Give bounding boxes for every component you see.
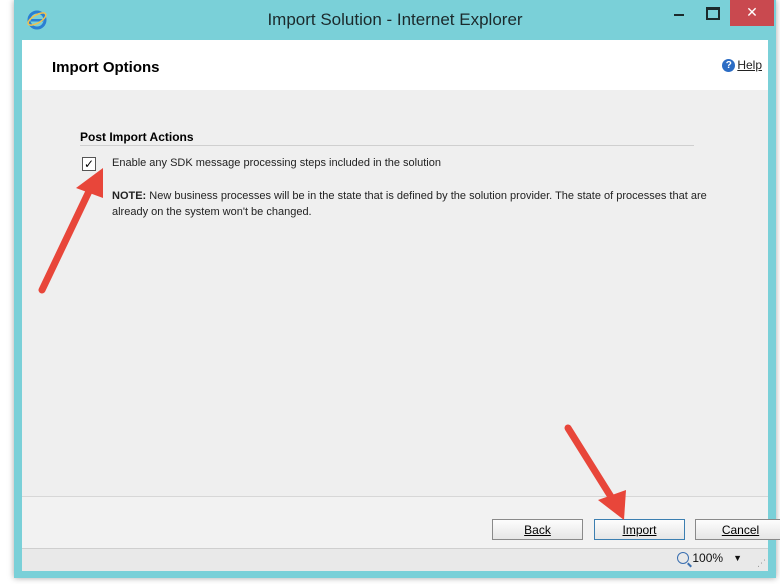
- dialog-footer: Back Import Cancel: [22, 496, 780, 549]
- zoom-dropdown-icon[interactable]: ▼: [733, 553, 742, 563]
- section-divider: [80, 145, 694, 146]
- help-link[interactable]: ? Help: [722, 58, 762, 72]
- resize-grip-icon[interactable]: ⋰: [757, 559, 766, 569]
- status-bar: 100% ▼ ⋰: [22, 548, 768, 571]
- dialog-header: Import Options ? Help: [22, 40, 768, 90]
- import-options-panel: Post Import Actions ✓ Enable any SDK mes…: [22, 90, 768, 496]
- zoom-level: 100%: [692, 551, 724, 565]
- import-button[interactable]: Import: [594, 519, 685, 540]
- back-button[interactable]: Back: [492, 519, 583, 540]
- sdk-steps-label[interactable]: Enable any SDK message processing steps …: [112, 157, 441, 169]
- sdk-steps-checkbox[interactable]: ✓: [82, 157, 96, 171]
- zoom-icon: [677, 552, 690, 564]
- maximize-button[interactable]: [698, 0, 728, 26]
- cancel-button[interactable]: Cancel: [695, 519, 780, 540]
- window-title: Import Solution - Internet Explorer: [267, 10, 523, 29]
- minimize-icon: [674, 14, 684, 16]
- close-icon: ✕: [746, 5, 758, 21]
- ie-window: Import Solution - Internet Explorer ✕ Im…: [14, 0, 780, 578]
- help-label[interactable]: Help: [737, 58, 762, 72]
- title-bar[interactable]: Import Solution - Internet Explorer ✕: [14, 0, 776, 40]
- help-icon: ?: [722, 58, 736, 72]
- note-body: New business processes will be in the st…: [112, 190, 707, 218]
- page-title: Import Options: [52, 59, 160, 76]
- dialog-body: Import Options ? Help Post Import Action…: [22, 40, 780, 571]
- note-label: NOTE:: [112, 190, 147, 202]
- close-button[interactable]: ✕: [730, 0, 774, 26]
- zoom-control[interactable]: 100% ▼: [677, 551, 742, 565]
- maximize-icon: [706, 6, 720, 20]
- note-text: NOTE: New business processes will be in …: [112, 188, 712, 220]
- section-title: Post Import Actions: [80, 130, 194, 144]
- minimize-button[interactable]: [664, 0, 694, 26]
